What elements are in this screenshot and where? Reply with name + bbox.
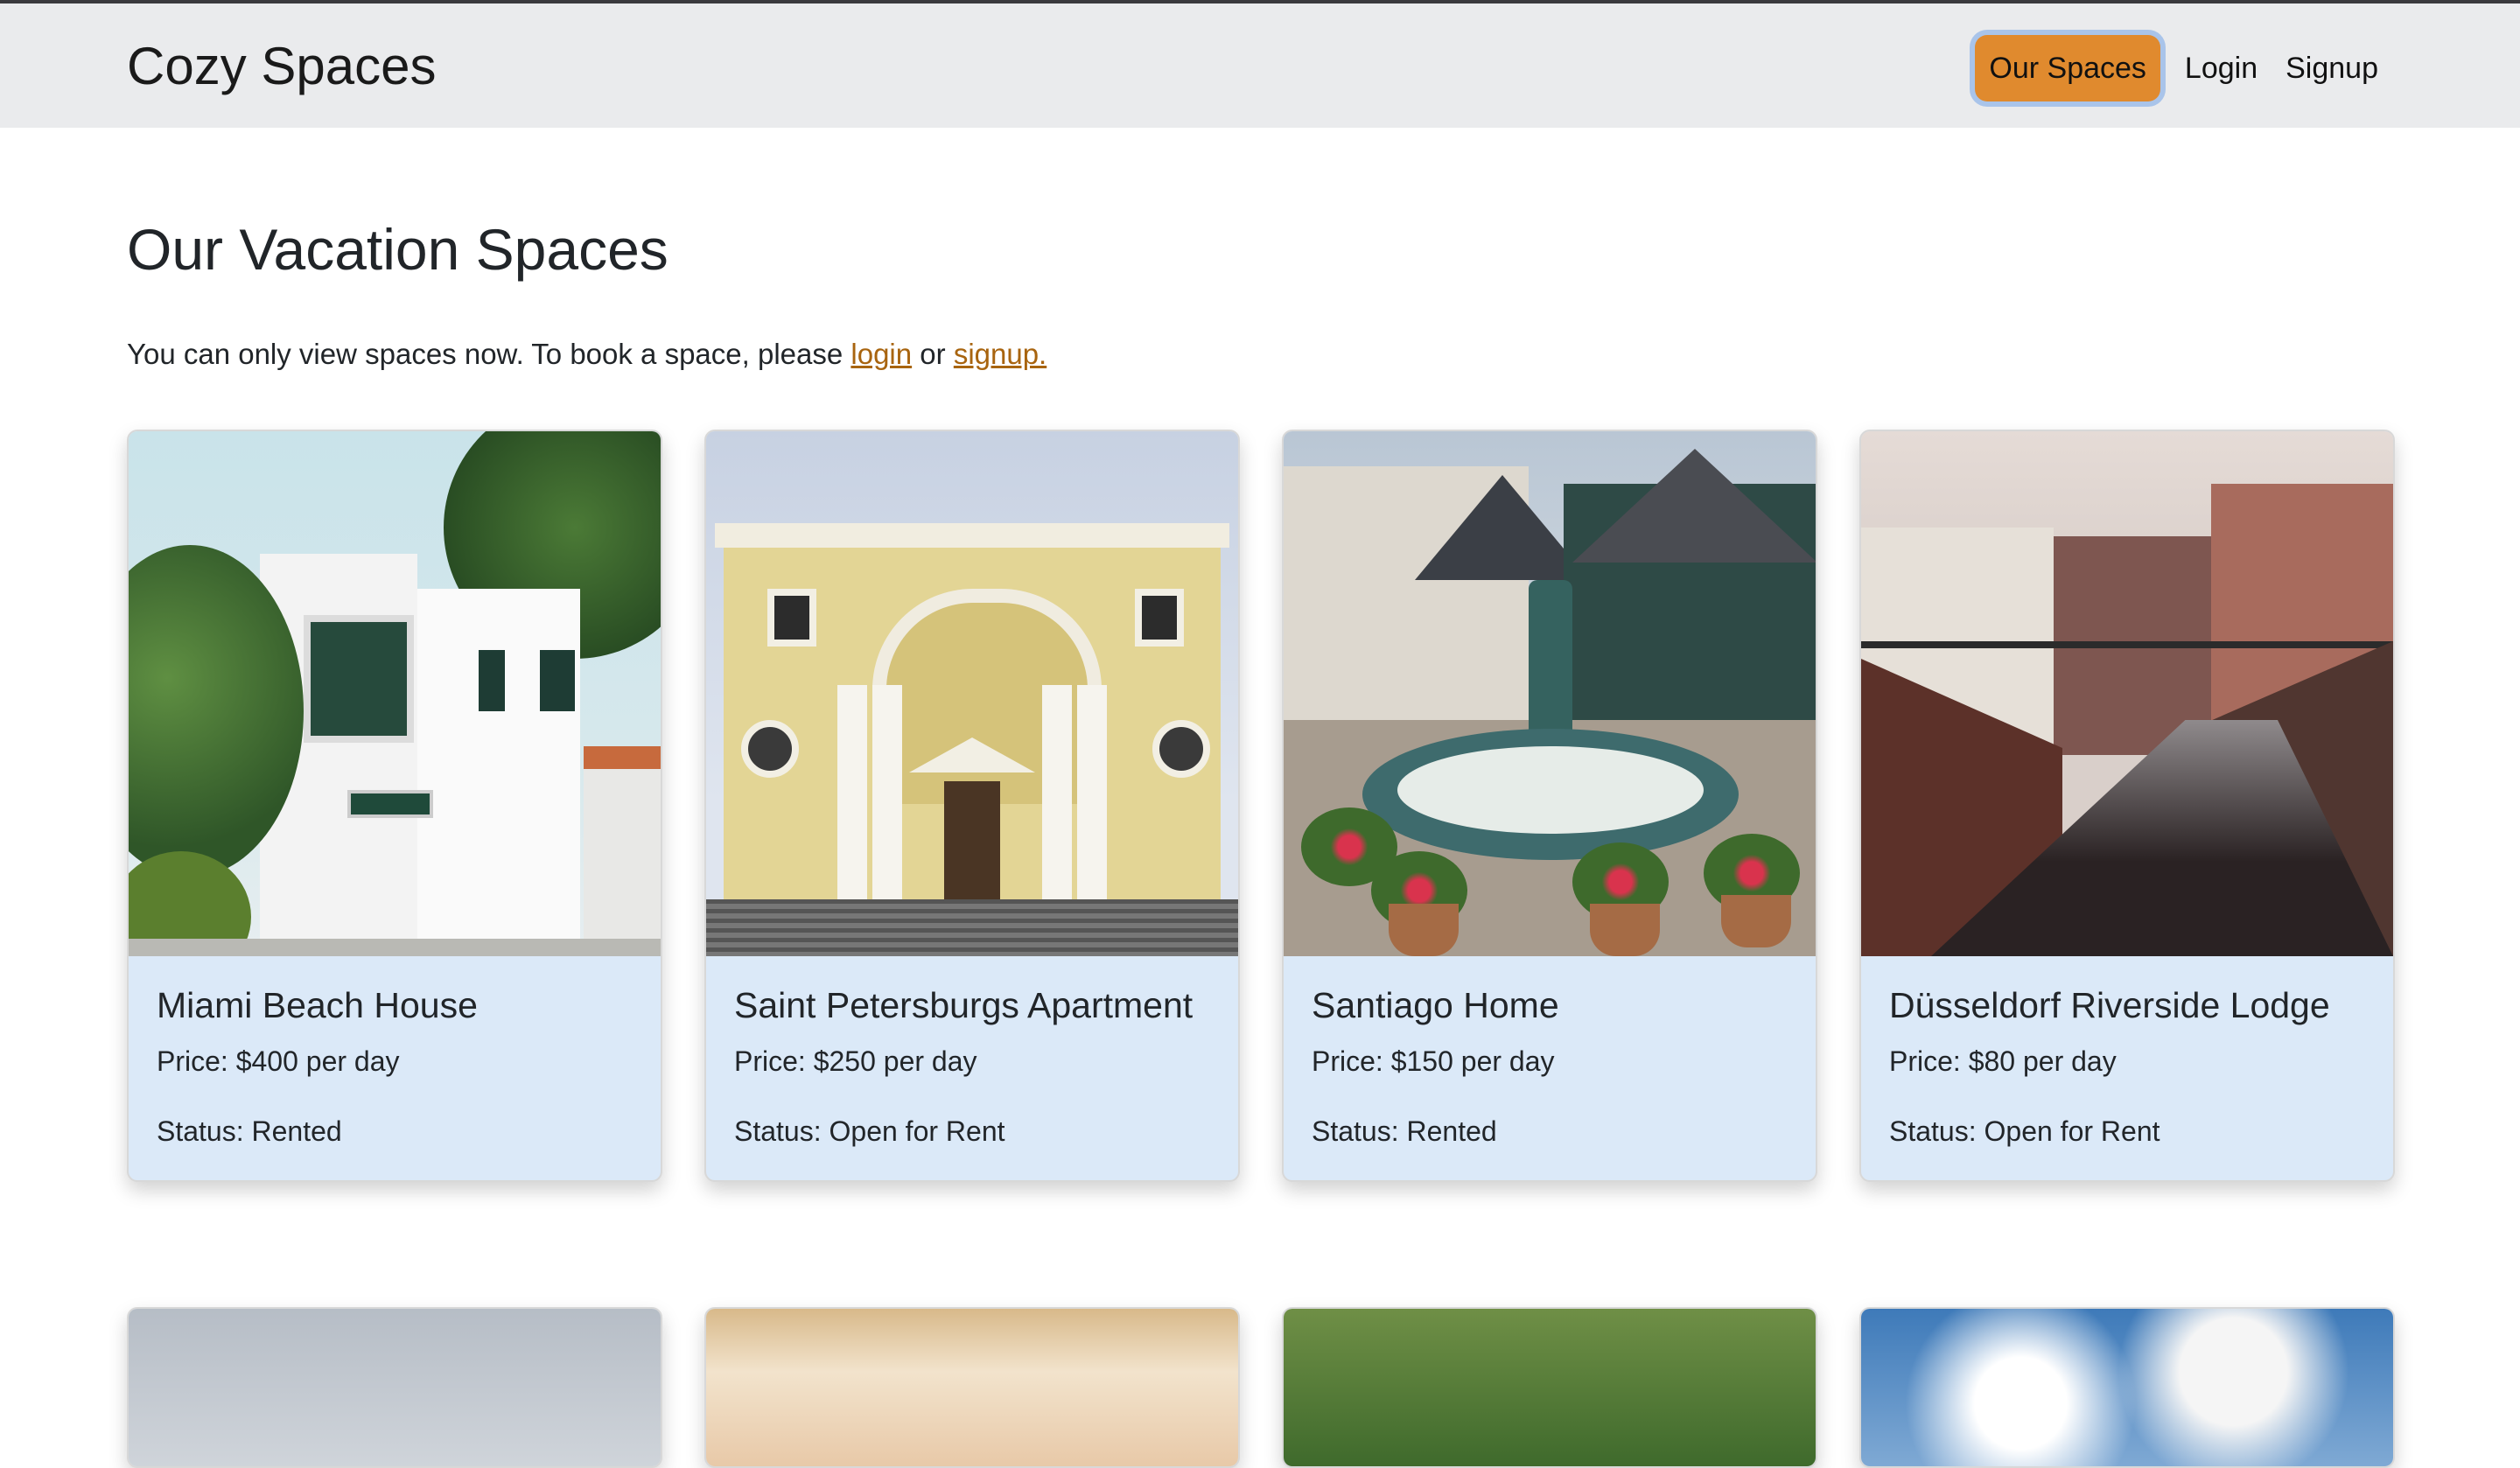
card-title: Miami Beach House bbox=[157, 985, 478, 1025]
space-card[interactable] bbox=[127, 1307, 662, 1468]
card-status: Status: Open for Rent bbox=[734, 1115, 1005, 1147]
space-photo-saint-petersburg bbox=[706, 431, 1238, 956]
card-price: Price: $150 per day bbox=[1312, 1045, 1555, 1077]
nav-links: Our Spaces Login Signup bbox=[1975, 30, 2392, 107]
card-body: Santiago Home Price: $150 per day Status… bbox=[1284, 956, 1816, 1150]
space-card[interactable]: Santiago Home Price: $150 per day Status… bbox=[1282, 430, 1817, 1182]
card-price: Price: $400 per day bbox=[157, 1045, 400, 1077]
card-body: Düsseldorf Riverside Lodge Price: $80 pe… bbox=[1861, 956, 2393, 1150]
space-card[interactable]: Saint Petersburgs Apartment Price: $250 … bbox=[704, 430, 1240, 1182]
space-card[interactable] bbox=[1282, 1307, 1817, 1468]
space-card[interactable] bbox=[1859, 1307, 2395, 1468]
card-title: Düsseldorf Riverside Lodge bbox=[1889, 985, 2330, 1025]
card-body: Saint Petersburgs Apartment Price: $250 … bbox=[706, 956, 1238, 1150]
space-photo bbox=[1284, 1309, 1816, 1466]
nav-our-spaces[interactable]: Our Spaces bbox=[1975, 35, 2160, 101]
space-photo bbox=[706, 1309, 1238, 1466]
card-title: Santiago Home bbox=[1312, 985, 1559, 1025]
brand-logo-link[interactable]: Cozy Spaces bbox=[127, 31, 437, 101]
notice-or-text: or bbox=[912, 338, 954, 370]
space-card[interactable]: Düsseldorf Riverside Lodge Price: $80 pe… bbox=[1859, 430, 2395, 1182]
nav-login[interactable]: Login bbox=[2171, 35, 2272, 101]
navbar: Cozy Spaces Our Spaces Login Signup bbox=[0, 3, 2520, 128]
nav-signup[interactable]: Signup bbox=[2272, 35, 2392, 101]
card-status: Status: Rented bbox=[157, 1115, 342, 1147]
notice-login-link[interactable]: login bbox=[850, 338, 912, 370]
card-body: Miami Beach House Price: $400 per day St… bbox=[129, 956, 661, 1150]
card-price: Price: $80 per day bbox=[1889, 1045, 2117, 1077]
card-status: Status: Open for Rent bbox=[1889, 1115, 2160, 1147]
space-photo-dusseldorf bbox=[1861, 431, 2393, 956]
card-price: Price: $250 per day bbox=[734, 1045, 977, 1077]
card-title: Saint Petersburgs Apartment bbox=[734, 985, 1194, 1025]
page-title: Our Vacation Spaces bbox=[127, 217, 668, 282]
booking-notice: You can only view spaces now. To book a … bbox=[127, 332, 1046, 376]
space-card[interactable] bbox=[704, 1307, 1240, 1468]
space-photo-miami bbox=[129, 431, 661, 956]
card-status: Status: Rented bbox=[1312, 1115, 1497, 1147]
notice-signup-link[interactable]: signup. bbox=[954, 338, 1046, 370]
space-photo bbox=[129, 1309, 661, 1466]
space-card[interactable]: Miami Beach House Price: $400 per day St… bbox=[127, 430, 662, 1182]
space-photo bbox=[1861, 1309, 2393, 1466]
notice-text: You can only view spaces now. To book a … bbox=[127, 338, 851, 370]
space-photo-santiago bbox=[1284, 431, 1816, 956]
